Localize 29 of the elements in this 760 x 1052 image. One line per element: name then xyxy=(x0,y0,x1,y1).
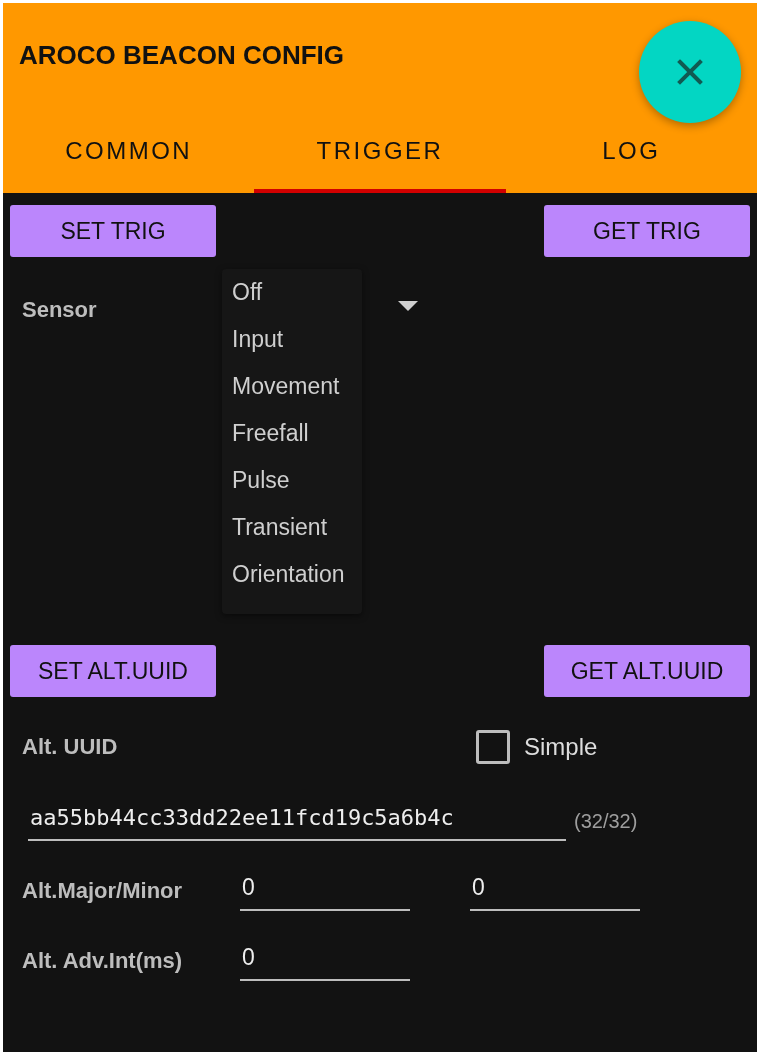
tab[interactable]: COMMON xyxy=(3,103,255,193)
menu-item[interactable]: Transient xyxy=(232,512,352,559)
menu-item[interactable]: Input xyxy=(232,324,352,371)
minor-input-field[interactable]: 0 xyxy=(470,871,640,911)
major-minor-label: Alt.Major/Minor xyxy=(22,878,184,904)
uuid-input-field[interactable]: aa55bb44cc33dd22ee11fcd19c5a6b4c xyxy=(28,801,566,841)
menu-item[interactable]: Orientation xyxy=(232,559,352,606)
menu-item[interactable]: Movement xyxy=(232,371,352,418)
close-icon xyxy=(675,57,705,87)
close-button[interactable] xyxy=(639,21,741,123)
adv-interval-input-field[interactable]: 0 xyxy=(240,941,410,981)
menu-item[interactable]: Off xyxy=(232,277,352,324)
simple-checkbox[interactable] xyxy=(476,730,510,764)
get-trigger-button[interactable]: GET TRIG xyxy=(544,205,750,257)
adv-interval-label: Alt. Adv.Int(ms) xyxy=(22,948,184,974)
set-trigger-button[interactable]: SET TRIG xyxy=(10,205,216,257)
character-counter: (32/32) xyxy=(574,809,638,833)
tab[interactable]: LOG xyxy=(505,103,757,193)
menu-item[interactable]: Pulse xyxy=(232,465,352,512)
major-input-field[interactable]: 0 xyxy=(240,871,410,911)
alt-uuid-label: Alt. UUID xyxy=(22,734,119,760)
get-alt-uuid-button[interactable]: GET ALT.UUID xyxy=(544,645,750,697)
menu-item[interactable]: Freefall xyxy=(232,418,352,465)
app-title: AROCO BEACON CONFIG xyxy=(19,39,344,71)
tab[interactable]: TRIGGER xyxy=(254,103,506,193)
set-alt-uuid-button[interactable]: SET ALT.UUID xyxy=(10,645,216,697)
dropdown-caret-icon[interactable] xyxy=(398,301,418,311)
sensor-label: Sensor xyxy=(22,297,98,323)
simple-label: Simple xyxy=(524,733,598,761)
